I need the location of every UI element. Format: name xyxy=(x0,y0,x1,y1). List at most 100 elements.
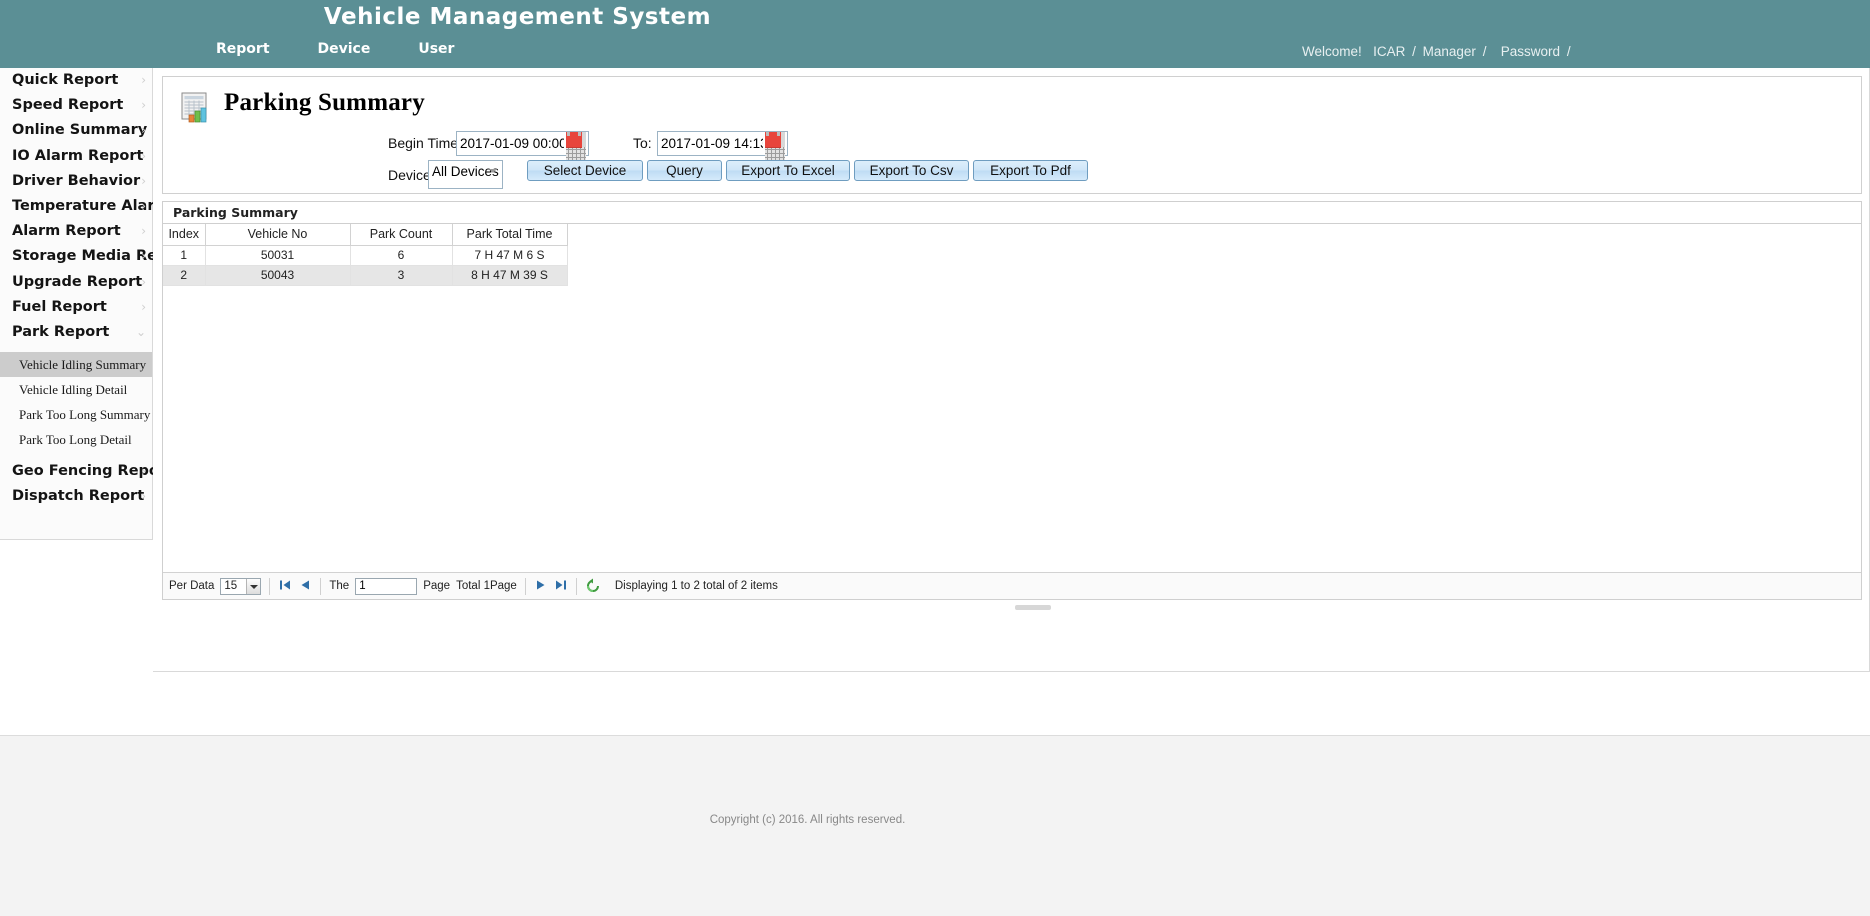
pagination-bar: Per Data 15 The Page Total 1Page xyxy=(163,572,1861,599)
sidebar-item-label: Speed Report xyxy=(12,97,124,114)
sidebar-item-park-too-long-summary[interactable]: Park Too Long Summary xyxy=(0,402,152,427)
grid-caption: Parking Summary xyxy=(163,202,1861,224)
refresh-icon[interactable] xyxy=(585,578,601,594)
first-page-icon[interactable] xyxy=(278,578,292,594)
sidebar-item-geo-fencing-report[interactable]: Geo Fencing Report › xyxy=(0,459,173,484)
sidebar-item-storage-media-report[interactable]: Storage Media Report › xyxy=(0,244,191,269)
chevron-right-icon: › xyxy=(141,299,146,314)
sidebar-item-label: Online Summary xyxy=(12,122,148,139)
per-data-label: Per Data xyxy=(169,580,215,592)
results-grid-panel: Parking Summary Index Vehicle No Park Co… xyxy=(162,201,1862,600)
table-row[interactable]: 2 50043 3 8 H 47 M 39 S xyxy=(163,265,568,286)
sidebar-item-label: Upgrade Report xyxy=(12,273,143,290)
chevron-right-icon: › xyxy=(141,489,146,504)
page-title: Parking Summary xyxy=(224,89,425,116)
cell-park-count: 3 xyxy=(350,265,453,286)
calendar-icon[interactable] xyxy=(566,132,586,161)
separator-3: / xyxy=(1566,44,1571,59)
sidebar-item-label: Quick Report xyxy=(12,72,119,88)
select-device-button[interactable]: Select Device xyxy=(527,160,643,181)
total-pages-label: Total 1Page xyxy=(456,580,517,592)
sidebar-item-dispatch-report[interactable]: Dispatch Report › xyxy=(0,484,152,509)
sidebar-item-label: Park Report xyxy=(12,323,110,340)
divider xyxy=(575,577,577,595)
sidebar-item-fuel-report[interactable]: Fuel Report › xyxy=(0,295,152,320)
nav-item-user[interactable]: User xyxy=(418,41,454,57)
next-page-icon[interactable] xyxy=(534,578,548,594)
prev-page-icon[interactable] xyxy=(298,578,312,594)
welcome-label: Welcome! xyxy=(1302,44,1362,59)
sidebar-item-quick-report[interactable]: Quick Report › xyxy=(0,68,152,93)
cell-park-total-time: 8 H 47 M 39 S xyxy=(452,265,568,286)
sidebar-item-speed-report[interactable]: Speed Report › xyxy=(0,93,152,118)
cell-vehicle-no: 50031 xyxy=(205,245,351,266)
sidebar-item-upgrade-report[interactable]: Upgrade Report › xyxy=(0,270,152,295)
begin-time-label: Begin Time: xyxy=(388,135,462,151)
pager-status-text: Displaying 1 to 2 total of 2 items xyxy=(614,580,778,592)
page-number-input[interactable] xyxy=(355,577,418,595)
sidebar-subitem-label: Park Too Long Summary xyxy=(19,407,151,423)
sidebar-item-label: IO Alarm Report xyxy=(12,147,144,164)
cell-vehicle-no: 50043 xyxy=(205,265,351,286)
divider xyxy=(269,577,271,595)
nav-item-report[interactable]: Report xyxy=(216,41,270,57)
sidebar-item-label: Geo Fencing Report xyxy=(12,463,173,480)
chevron-down-icon: ⌄ xyxy=(135,324,146,339)
cell-index: 2 xyxy=(163,265,206,286)
cell-index: 1 xyxy=(163,245,206,266)
grid-resize-handle[interactable] xyxy=(1015,605,1051,610)
chevron-right-icon: › xyxy=(141,123,146,138)
sidebar-item-label: Driver Behavior xyxy=(12,172,141,189)
sidebar-item-alarm-report[interactable]: Alarm Report › xyxy=(0,219,152,244)
sidebar-item-driver-behavior[interactable]: Driver Behavior › xyxy=(0,169,152,194)
sidebar-subitem-label: Vehicle Idling Detail xyxy=(19,382,128,398)
column-header-index[interactable]: Index xyxy=(163,224,206,246)
to-time-label: To: xyxy=(633,135,652,151)
sidebar-item-park-report[interactable]: Park Report ⌄ xyxy=(0,320,152,345)
calendar-icon[interactable] xyxy=(765,132,785,161)
per-data-value: 15 xyxy=(224,579,238,592)
query-button[interactable]: Query xyxy=(647,160,722,181)
top-header-bar: Vehicle Management System Report Device … xyxy=(0,0,1870,68)
chevron-right-icon: › xyxy=(141,464,146,479)
chevron-right-icon: › xyxy=(141,249,146,264)
column-header-park-count[interactable]: Park Count xyxy=(350,224,453,246)
column-header-vehicle-no[interactable]: Vehicle No xyxy=(205,224,351,246)
sidebar-item-vehicle-idling-detail[interactable]: Vehicle Idling Detail xyxy=(0,377,152,402)
sidebar-item-online-summary[interactable]: Online Summary › xyxy=(0,118,152,143)
export-csv-button[interactable]: Export To Csv xyxy=(854,160,969,181)
page-label: Page xyxy=(423,580,451,592)
sidebar-item-io-alarm-report[interactable]: IO Alarm Report › xyxy=(0,144,152,169)
chevron-right-icon: › xyxy=(141,148,146,163)
export-excel-button[interactable]: Export To Excel xyxy=(726,160,850,181)
column-header-park-total-time[interactable]: Park Total Time xyxy=(452,224,568,246)
chevron-down-icon[interactable] xyxy=(246,578,261,594)
begin-time-field-wrapper[interactable] xyxy=(456,131,589,161)
chevron-right-icon: › xyxy=(141,173,146,188)
chevron-right-icon: › xyxy=(141,224,146,239)
sidebar-item-label: Fuel Report xyxy=(12,298,107,315)
last-page-icon[interactable] xyxy=(554,578,568,594)
sidebar-item-park-too-long-detail[interactable]: Park Too Long Detail xyxy=(0,427,152,452)
export-pdf-button[interactable]: Export To Pdf xyxy=(973,160,1088,181)
divider xyxy=(524,577,526,595)
cell-park-total-time: 7 H 47 M 6 S xyxy=(452,245,568,266)
main-navigation: Report Device User xyxy=(216,41,454,57)
role-link[interactable]: Manager xyxy=(1423,44,1476,59)
chevron-right-icon: › xyxy=(141,73,146,87)
sidebar-item-temperature-alarm[interactable]: Temperature Alarm › xyxy=(0,194,170,219)
sidebar-subitem-label: Park Too Long Detail xyxy=(19,432,132,448)
table-row[interactable]: 1 50031 6 7 H 47 M 6 S xyxy=(163,245,568,266)
to-time-field-wrapper[interactable] xyxy=(657,131,788,161)
the-label: The xyxy=(329,580,350,592)
sidebar-item-label: Dispatch Report xyxy=(12,488,145,505)
device-select[interactable]: All Devices xyxy=(428,160,503,189)
chevron-right-icon: › xyxy=(141,98,146,113)
account-link[interactable]: ICAR xyxy=(1373,44,1405,59)
separator-2: / xyxy=(1482,44,1487,59)
nav-item-device[interactable]: Device xyxy=(318,41,371,57)
sidebar-item-label: Alarm Report xyxy=(12,223,121,240)
password-link[interactable]: Password xyxy=(1501,44,1560,59)
per-data-select[interactable]: 15 xyxy=(220,577,262,595)
sidebar-item-vehicle-idling-summary[interactable]: Vehicle Idling Summary xyxy=(0,352,152,378)
